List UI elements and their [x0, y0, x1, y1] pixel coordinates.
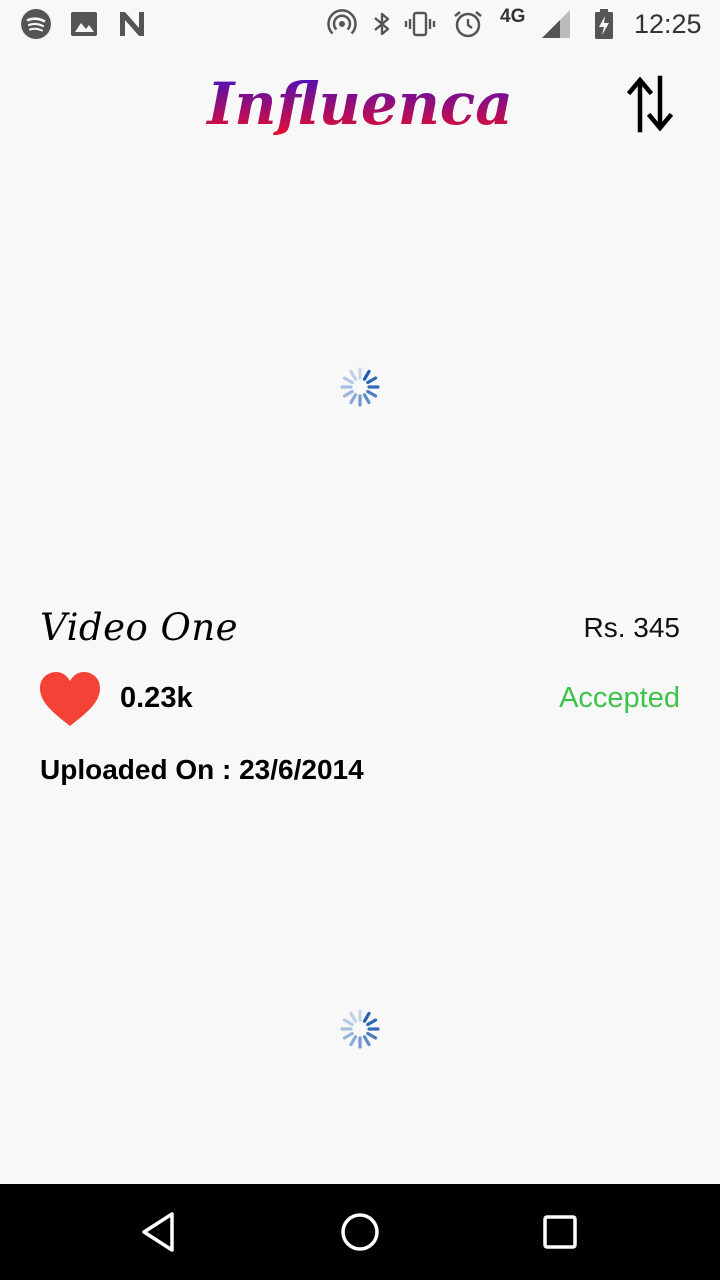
alarm-icon	[454, 11, 482, 38]
status-badge: Accepted	[559, 682, 680, 714]
upload-date: Uploaded On : 23/6/2014	[40, 754, 364, 785]
back-triangle-icon	[142, 1212, 174, 1252]
logo-text: Influenca	[205, 70, 513, 138]
video-title: Video One	[40, 606, 239, 649]
home-circle-icon	[341, 1213, 379, 1251]
heart-icon[interactable]	[38, 670, 102, 728]
app-header: Influenca	[0, 48, 720, 160]
battery-icon	[595, 9, 613, 39]
navigation-bar	[0, 1184, 720, 1280]
recents-square-icon	[543, 1215, 577, 1249]
status-bar: 4G 12:25	[0, 0, 720, 48]
back-button[interactable]	[136, 1208, 184, 1256]
video-price: Rs. 345	[583, 612, 681, 643]
status-time: 12:25	[634, 9, 702, 39]
spotify-icon	[21, 9, 51, 39]
swap-vertical-icon	[626, 75, 674, 133]
app-logo: Influenca	[205, 70, 513, 138]
loading-spinner-icon	[340, 1009, 380, 1049]
recents-button[interactable]	[536, 1208, 584, 1256]
hotspot-icon	[327, 9, 357, 35]
network-type: 4G	[500, 6, 526, 27]
n-icon	[120, 12, 144, 36]
sort-button[interactable]	[620, 68, 680, 140]
loading-spinner-icon	[340, 367, 380, 407]
image-icon	[71, 12, 97, 36]
signal-icon	[542, 10, 570, 38]
bluetooth-icon	[374, 12, 390, 36]
home-button[interactable]	[336, 1208, 384, 1256]
vibrate-icon	[404, 11, 436, 37]
like-count: 0.23k	[120, 682, 193, 714]
